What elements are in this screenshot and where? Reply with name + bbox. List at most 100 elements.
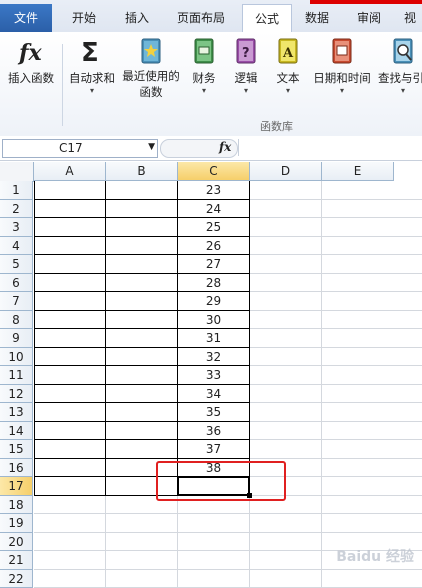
column-header-d[interactable]: D: [250, 162, 322, 181]
formula-input[interactable]: [238, 139, 422, 156]
cell-c19[interactable]: [178, 514, 250, 533]
cell-d5[interactable]: [250, 255, 322, 274]
cell-e19[interactable]: [322, 514, 422, 533]
row-header-10[interactable]: 10: [0, 348, 33, 367]
cell-e2[interactable]: [322, 200, 422, 219]
row-header-5[interactable]: 5: [0, 255, 33, 274]
cell-a7[interactable]: [34, 292, 106, 311]
row-header-1[interactable]: 1: [0, 181, 33, 200]
column-header-a[interactable]: A: [34, 162, 106, 181]
cell-c7[interactable]: 29: [178, 292, 250, 311]
cell-c13[interactable]: 35: [178, 403, 250, 422]
cell-b9[interactable]: [106, 329, 178, 348]
text-button[interactable]: A 文本 ▾: [270, 36, 306, 96]
cell-d4[interactable]: [250, 237, 322, 256]
cell-a16[interactable]: [34, 459, 106, 478]
cell-b8[interactable]: [106, 311, 178, 330]
row-header-11[interactable]: 11: [0, 366, 33, 385]
cell-a1[interactable]: [34, 181, 106, 200]
cell-a21[interactable]: [34, 551, 106, 570]
cell-c14[interactable]: 36: [178, 422, 250, 441]
cell-b1[interactable]: [106, 181, 178, 200]
row-header-19[interactable]: 19: [0, 514, 33, 533]
recent-functions-button[interactable]: 最近使用的 函数: [120, 36, 182, 100]
cell-b14[interactable]: [106, 422, 178, 441]
cell-b19[interactable]: [106, 514, 178, 533]
cell-a2[interactable]: [34, 200, 106, 219]
cell-a6[interactable]: [34, 274, 106, 293]
cell-a8[interactable]: [34, 311, 106, 330]
cell-c8[interactable]: 30: [178, 311, 250, 330]
tab-view[interactable]: 视: [398, 4, 422, 32]
cell-b5[interactable]: [106, 255, 178, 274]
cell-e22[interactable]: [322, 570, 422, 588]
cell-e8[interactable]: [322, 311, 422, 330]
row-header-6[interactable]: 6: [0, 274, 33, 293]
row-header-22[interactable]: 22: [0, 570, 33, 588]
cell-b2[interactable]: [106, 200, 178, 219]
cell-b11[interactable]: [106, 366, 178, 385]
row-header-9[interactable]: 9: [0, 329, 33, 348]
cell-c6[interactable]: 28: [178, 274, 250, 293]
cell-e3[interactable]: [322, 218, 422, 237]
tab-formulas[interactable]: 公式: [242, 4, 292, 33]
cell-e18[interactable]: [322, 496, 422, 515]
row-header-3[interactable]: 3: [0, 218, 33, 237]
tab-page-layout[interactable]: 页面布局: [164, 4, 238, 32]
cell-b7[interactable]: [106, 292, 178, 311]
column-header-b[interactable]: B: [106, 162, 178, 181]
cell-b6[interactable]: [106, 274, 178, 293]
tab-file[interactable]: 文件: [0, 4, 52, 32]
cell-d13[interactable]: [250, 403, 322, 422]
cell-d8[interactable]: [250, 311, 322, 330]
cell-b20[interactable]: [106, 533, 178, 552]
row-header-15[interactable]: 15: [0, 440, 33, 459]
cell-e13[interactable]: [322, 403, 422, 422]
name-box[interactable]: C17 ▼: [2, 139, 158, 158]
cell-c1[interactable]: 23: [178, 181, 250, 200]
cell-e16[interactable]: [322, 459, 422, 478]
cell-b13[interactable]: [106, 403, 178, 422]
cell-d9[interactable]: [250, 329, 322, 348]
row-header-18[interactable]: 18: [0, 496, 33, 515]
cell-d1[interactable]: [250, 181, 322, 200]
cell-a12[interactable]: [34, 385, 106, 404]
cell-a18[interactable]: [34, 496, 106, 515]
row-header-2[interactable]: 2: [0, 200, 33, 219]
cell-a22[interactable]: [34, 570, 106, 588]
cell-c9[interactable]: 31: [178, 329, 250, 348]
cell-d6[interactable]: [250, 274, 322, 293]
cell-e9[interactable]: [322, 329, 422, 348]
cell-e15[interactable]: [322, 440, 422, 459]
cell-b15[interactable]: [106, 440, 178, 459]
cell-e11[interactable]: [322, 366, 422, 385]
cell-d2[interactable]: [250, 200, 322, 219]
cell-e14[interactable]: [322, 422, 422, 441]
cell-a17[interactable]: [34, 477, 106, 496]
cell-c3[interactable]: 25: [178, 218, 250, 237]
row-header-14[interactable]: 14: [0, 422, 33, 441]
row-header-12[interactable]: 12: [0, 385, 33, 404]
cell-a20[interactable]: [34, 533, 106, 552]
cell-c11[interactable]: 33: [178, 366, 250, 385]
chevron-down-icon[interactable]: ▼: [148, 142, 155, 152]
row-header-21[interactable]: 21: [0, 551, 33, 570]
cell-b10[interactable]: [106, 348, 178, 367]
tab-data[interactable]: 数据: [294, 4, 340, 32]
cell-a13[interactable]: [34, 403, 106, 422]
tab-insert[interactable]: 插入: [112, 4, 162, 32]
cell-c22[interactable]: [178, 570, 250, 588]
cell-b22[interactable]: [106, 570, 178, 588]
column-header-c[interactable]: C: [178, 162, 250, 181]
cell-a9[interactable]: [34, 329, 106, 348]
cell-e5[interactable]: [322, 255, 422, 274]
cell-e10[interactable]: [322, 348, 422, 367]
row-header-16[interactable]: 16: [0, 459, 33, 478]
cell-d7[interactable]: [250, 292, 322, 311]
autosum-button[interactable]: Σ 自动求和 ▾: [66, 36, 118, 96]
cell-e7[interactable]: [322, 292, 422, 311]
cell-b21[interactable]: [106, 551, 178, 570]
cell-a4[interactable]: [34, 237, 106, 256]
row-header-17[interactable]: 17: [0, 477, 33, 496]
cell-e1[interactable]: [322, 181, 422, 200]
